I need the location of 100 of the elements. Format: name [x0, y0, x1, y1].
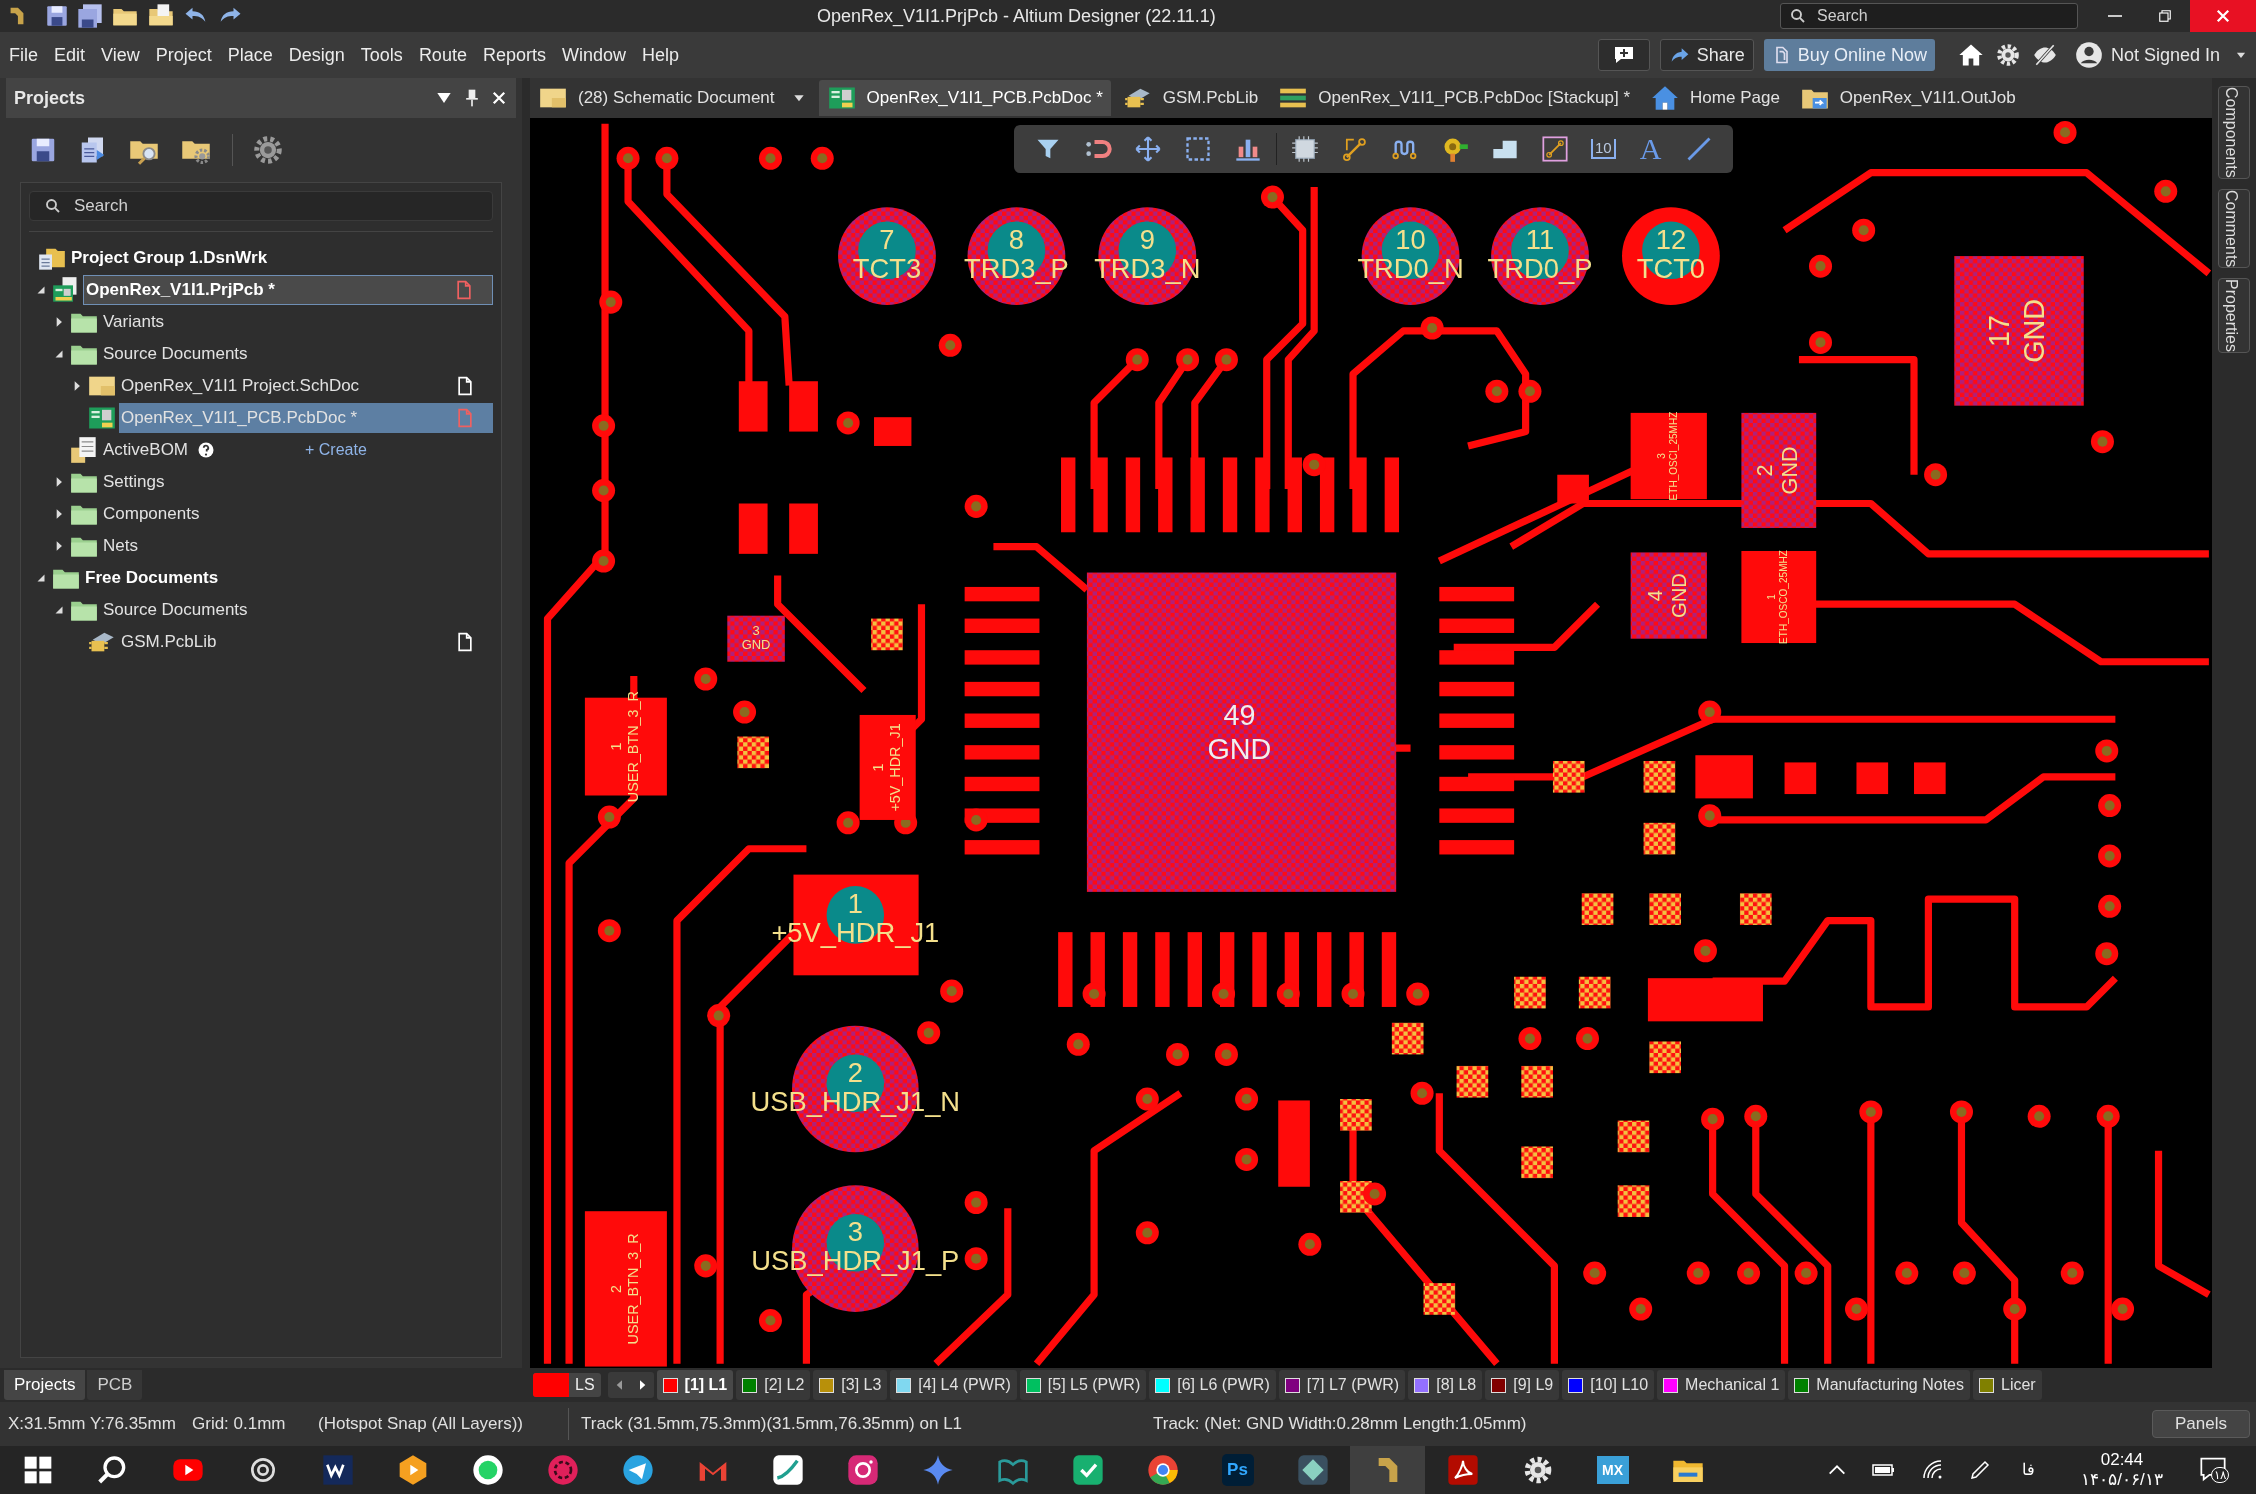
clock-date[interactable]: ۱۴۰۵/۰۶/۱۳	[2081, 1470, 2163, 1490]
search-box[interactable]: Search	[1780, 3, 2078, 29]
tree-item[interactable]: Source Documents	[101, 339, 493, 369]
menu-item[interactable]: Reports	[482, 41, 546, 69]
document-tab[interactable]: Home Page	[1642, 80, 1788, 116]
pad-number: 4	[1644, 589, 1666, 602]
layer-tab[interactable]: [6] L6 (PWR)	[1149, 1370, 1276, 1400]
layer-tab[interactable]: [2] L2	[736, 1370, 811, 1400]
net-label: USER_BTN_3_R	[625, 691, 642, 803]
tree-item[interactable]: Components	[101, 499, 493, 529]
buy-online-button[interactable]: Buy Online Now	[1763, 39, 1935, 71]
pad-number: 10	[1395, 223, 1426, 255]
net-label: GND	[1777, 446, 1803, 495]
net-label: USER_BTN_3_R	[625, 1233, 642, 1345]
net-label: TRD0_N	[1357, 252, 1464, 284]
document-tab[interactable]: GSM.PcbLib	[1114, 80, 1267, 116]
tree-item[interactable]: Free Documents	[83, 563, 493, 593]
window-title: OpenRex_V1I1.PrjPcb - Altium Designer (22.11.1)	[817, 4, 1216, 29]
net-label: ETH_OSCI_25MHZ	[1668, 411, 1680, 501]
menu-item[interactable]: Help	[642, 41, 679, 69]
tree-item[interactable]: ActiveBOM + Create	[101, 435, 493, 465]
layer-tab[interactable]: [1] L1	[656, 1370, 734, 1400]
tree-item[interactable]: GSM.PcbLib	[119, 627, 493, 657]
tree-item[interactable]: Nets	[101, 531, 493, 561]
menu-item[interactable]: Route	[418, 41, 467, 69]
account-button[interactable]: Not Signed In	[2074, 41, 2248, 69]
pad-number: 1	[1766, 594, 1778, 600]
pad-number: 3	[752, 623, 760, 638]
status-text: Grid: 0.1mm	[192, 1413, 286, 1436]
toolbar-button[interactable]: A	[1629, 129, 1672, 169]
net-label: ETH_OSCO_25MHZ	[1778, 550, 1790, 644]
pad-number: 17	[1983, 314, 2016, 347]
status-text: Track: (Net: GND Width:0.28mm Length:1.05mm)	[1153, 1413, 1527, 1436]
net-label: TRD3_P	[964, 252, 1069, 284]
status-text: (Hotspot Snap (All Layers))	[318, 1413, 524, 1436]
side-panel-tab[interactable]: Comments	[2218, 188, 2250, 269]
menu-item[interactable]: Tools	[360, 41, 403, 69]
net-label: GND	[1207, 732, 1272, 765]
pad-number: 2	[1751, 464, 1777, 477]
layer-tab[interactable]: [9] L9	[1485, 1370, 1560, 1400]
pad-number: 11	[1525, 223, 1555, 255]
menu-item[interactable]: View	[101, 41, 140, 69]
taskbar-app[interactable]: Ps	[1200, 1446, 1275, 1494]
menu-item[interactable]: Design	[288, 41, 345, 69]
pad-number: 3	[847, 1216, 863, 1248]
status-text: Track (31.5mm,75.3mm)(31.5mm,76.35mm) on L1	[581, 1413, 963, 1436]
menu-item[interactable]: Place	[227, 41, 273, 69]
layer-tab[interactable]: [3] L3	[813, 1370, 888, 1400]
pad-number: 2	[847, 1056, 863, 1088]
tree-item[interactable]: OpenRex_V1I1.PrjPcb *	[83, 275, 493, 305]
net-label: +5V_HDR_J1	[887, 723, 904, 812]
pad-number: 12	[1655, 223, 1687, 255]
menu-item[interactable]: Window	[561, 41, 626, 69]
clock-time[interactable]: 02:44	[2100, 1450, 2144, 1470]
pad-number: 8	[1008, 223, 1025, 255]
pad-number: 9	[1139, 223, 1155, 255]
pad-number: 3	[1656, 453, 1668, 459]
menu-item[interactable]: Edit	[54, 41, 86, 69]
share-button[interactable]: Share	[1659, 39, 1754, 71]
net-label: GND	[741, 637, 771, 653]
side-panel-tab[interactable]: Properties	[2218, 278, 2250, 353]
document-tab[interactable]: OpenRex_V1I1_PCB.PcbDoc *	[818, 80, 1111, 116]
tree-item[interactable]: Settings	[101, 467, 493, 497]
layer-tab[interactable]: [4] L4 (PWR)	[890, 1370, 1017, 1400]
panels-button[interactable]: Panels	[2152, 1410, 2250, 1438]
tree-item[interactable]: Project Group 1.DsnWrk	[69, 243, 493, 273]
layer-tab[interactable]: [5] L5 (PWR)	[1019, 1370, 1147, 1400]
document-tab[interactable]: OpenRex_V1I1_PCB.PcbDoc [Stackup] *	[1270, 80, 1639, 116]
language-indicator[interactable]: فا	[2022, 1458, 2035, 1482]
panel-tab[interactable]: PCB	[87, 1370, 143, 1400]
tree-item[interactable]: Variants	[101, 307, 493, 337]
status-text: X:31.5mm Y:76.35mm	[8, 1413, 176, 1436]
net-label: TRD3_N	[1094, 252, 1201, 284]
layer-tab[interactable]: Manufacturing Notes	[1788, 1370, 1970, 1400]
layer-tab[interactable]: [10] L10	[1562, 1370, 1655, 1400]
tree-item[interactable]: OpenRex_V1I1 Project.SchDoc	[119, 371, 493, 401]
pad-number: 1	[869, 763, 886, 772]
pad-number: 2	[608, 1284, 625, 1293]
side-panel-tab[interactable]: Components	[2218, 86, 2250, 179]
tree-item[interactable]: Source Documents	[101, 595, 493, 625]
search-field[interactable]: Search	[74, 193, 454, 219]
layer-tab[interactable]: [8] L8	[1408, 1370, 1483, 1400]
menu-item[interactable]: Project	[155, 41, 212, 69]
menu-item[interactable]: File	[9, 41, 38, 69]
layer-set-button[interactable]: LS	[533, 1373, 601, 1397]
notification-count: ۱۸	[2211, 1467, 2229, 1483]
net-label: TRD0_P	[1487, 252, 1593, 284]
document-tab[interactable]: OpenRex_V1I1.OutJob	[1791, 80, 2024, 116]
layer-tab[interactable]: Mechanical 1	[1657, 1370, 1786, 1400]
search-field[interactable]: Search	[1817, 4, 2057, 28]
net-label: GND	[1668, 573, 1691, 618]
layer-tab[interactable]: Licer	[1973, 1370, 2042, 1400]
panel-tab[interactable]: Projects	[4, 1370, 86, 1400]
toolbar-button[interactable]: 10	[1583, 129, 1624, 169]
document-tab[interactable]: (28) Schematic Document	[530, 80, 815, 116]
layer-tab[interactable]: [7] L7 (PWR)	[1278, 1370, 1406, 1400]
pad-number: 1	[608, 742, 625, 751]
search-box[interactable]: Search	[29, 191, 493, 221]
create-link[interactable]: + Create	[305, 438, 367, 462]
pad-number: 1	[847, 888, 863, 920]
